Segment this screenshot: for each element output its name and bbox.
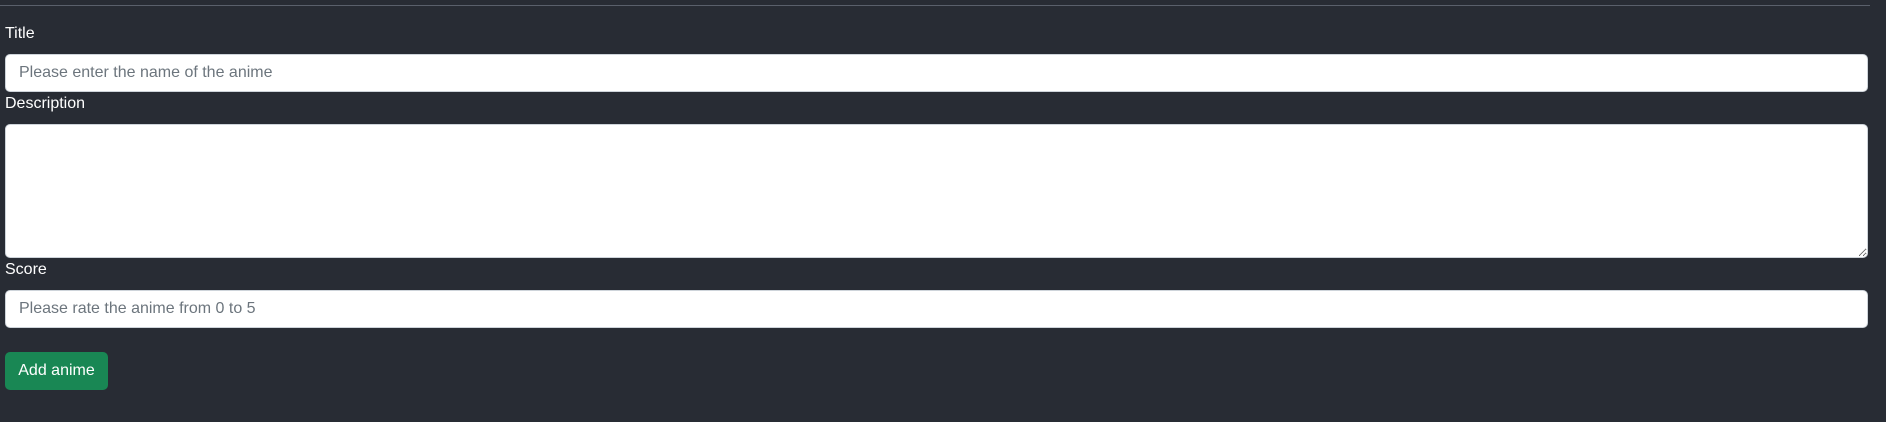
description-textarea[interactable] — [5, 124, 1868, 258]
description-label: Description — [5, 95, 86, 112]
top-divider — [0, 5, 1870, 6]
score-input[interactable] — [5, 290, 1868, 328]
title-label: Title — [5, 25, 35, 42]
title-input[interactable] — [5, 54, 1868, 92]
score-label: Score — [5, 261, 47, 278]
add-anime-button[interactable]: Add anime — [5, 352, 108, 390]
